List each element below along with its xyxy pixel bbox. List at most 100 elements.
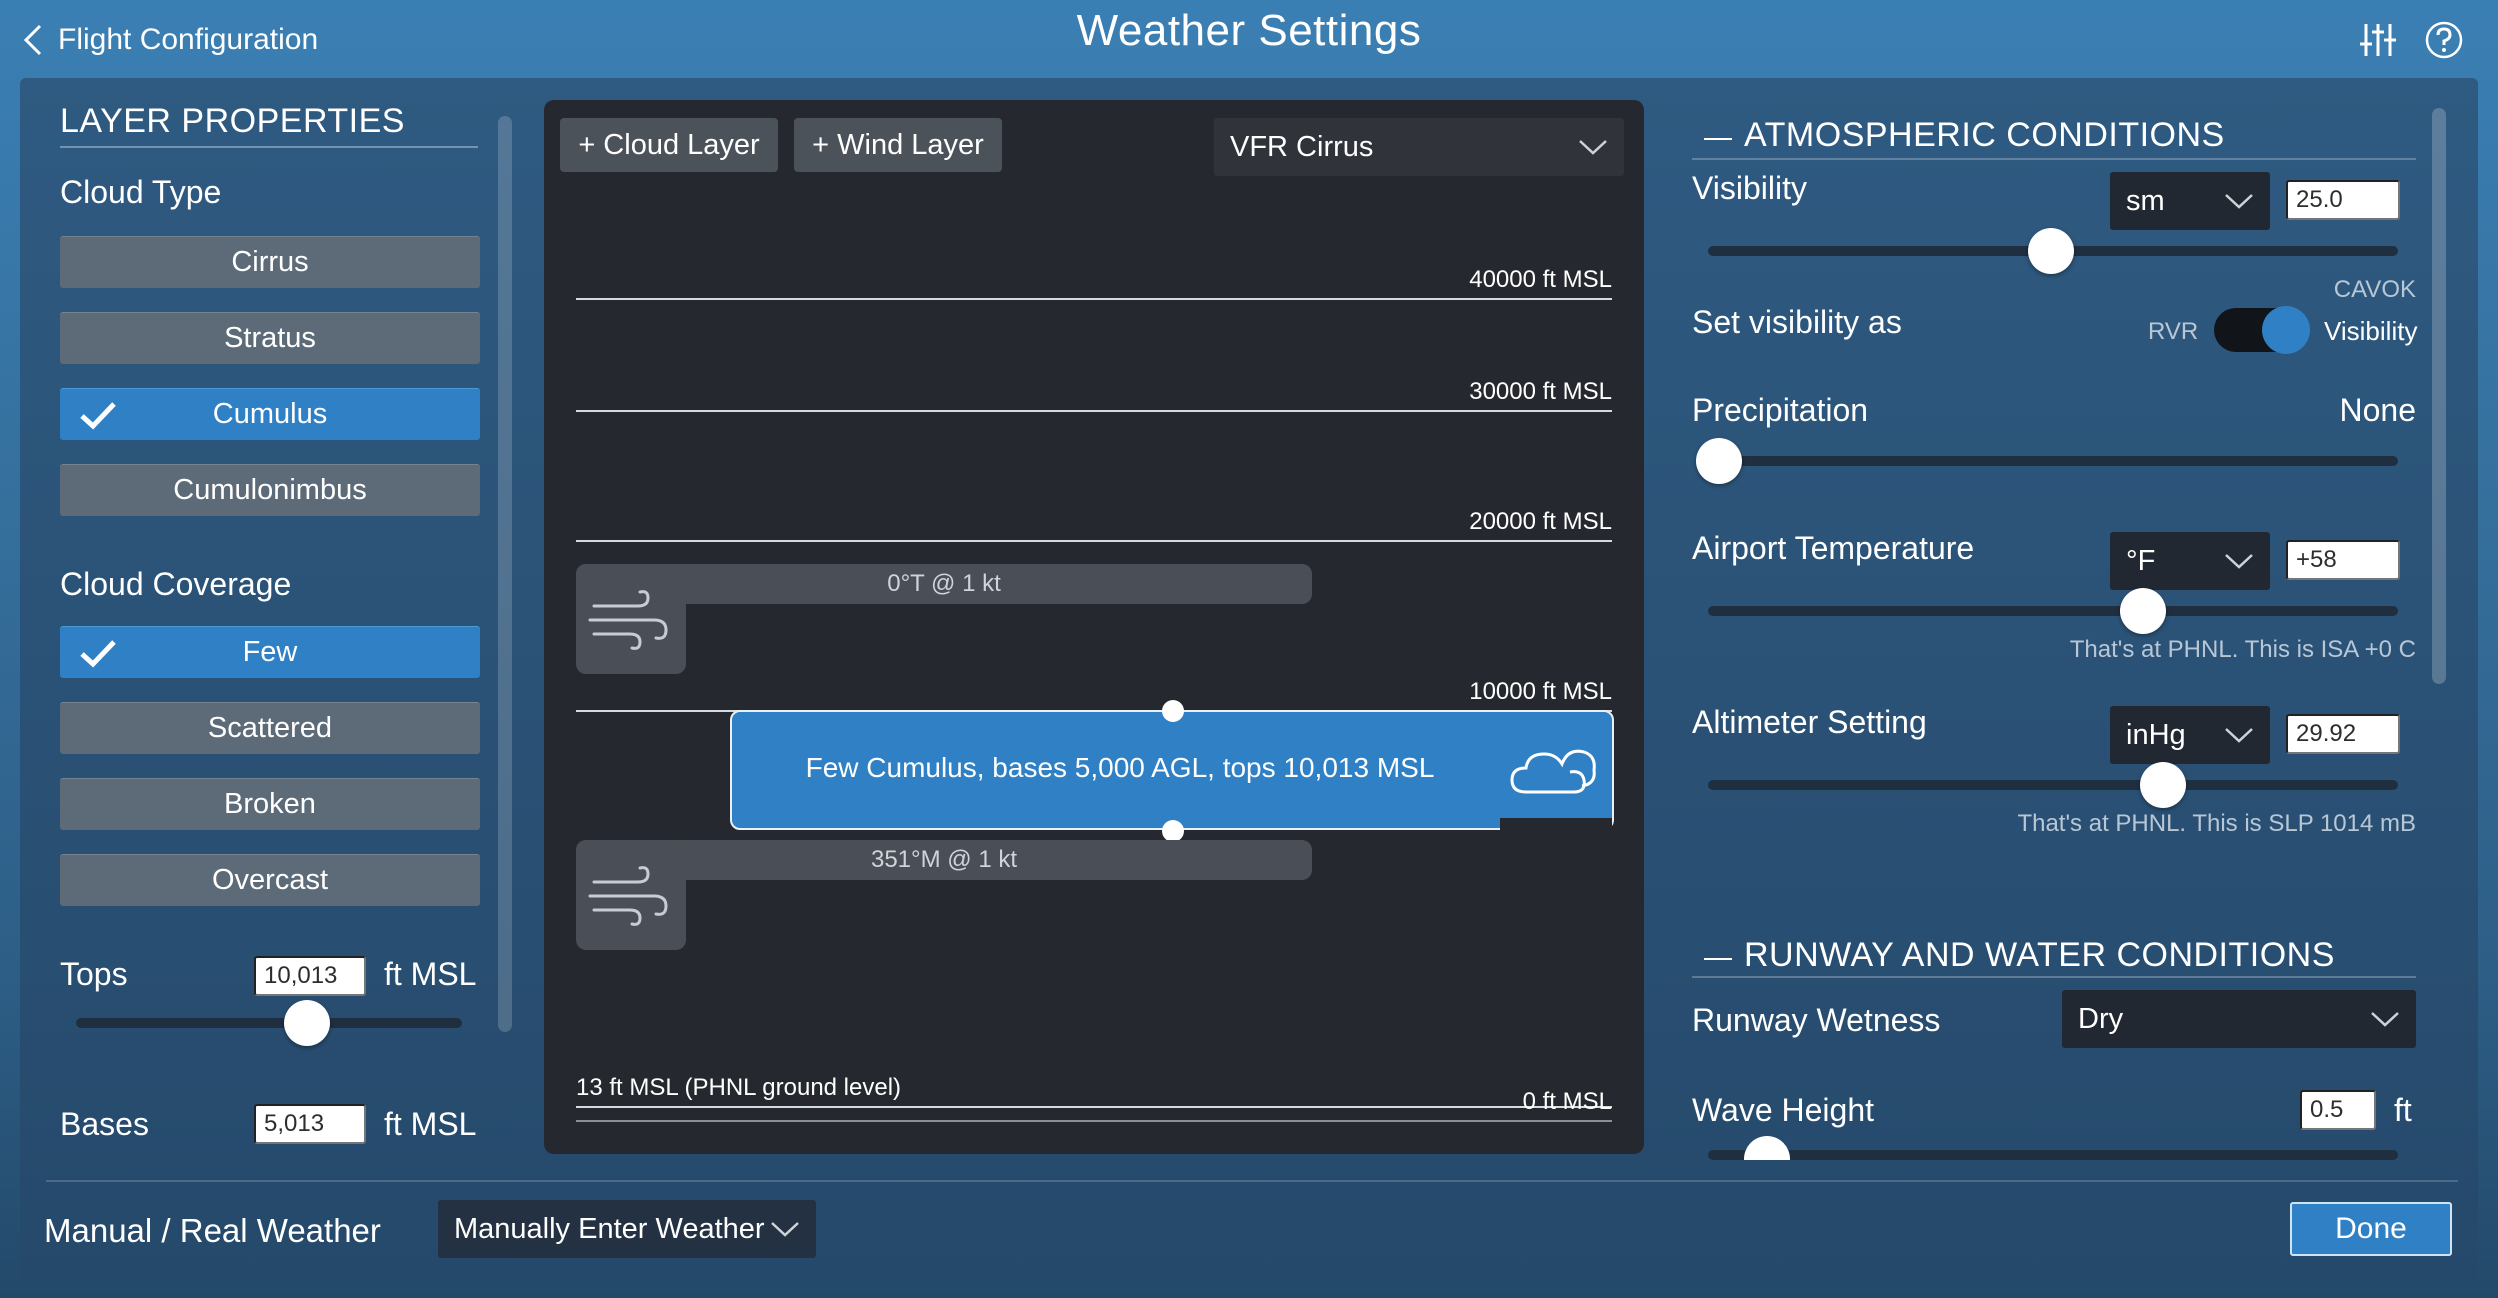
altitude-line-40000 — [576, 298, 1612, 300]
temperature-unit: °F — [2126, 544, 2156, 577]
runway-wetness-dropdown[interactable]: Dry — [2062, 990, 2416, 1048]
bases-label: Bases — [60, 1106, 149, 1142]
add-wind-layer-button[interactable]: + Wind Layer — [794, 118, 1002, 172]
cavok-label: CAVOK — [2333, 276, 2416, 303]
right-scrollbar[interactable] — [2432, 108, 2446, 684]
option-label: Cumulonimbus — [173, 474, 367, 506]
weather-mode-value: Manually Enter Weather — [454, 1212, 765, 1245]
checkmark-icon — [80, 402, 116, 430]
checkmark-icon — [80, 640, 116, 668]
add-cloud-layer-button[interactable]: + Cloud Layer — [560, 118, 778, 172]
cloud-type-label: Cloud Type — [60, 174, 222, 210]
page-title: Weather Settings — [1076, 6, 1422, 55]
visibility-input[interactable] — [2286, 180, 2400, 220]
altitude-label-40000: 40000 ft MSL — [1469, 266, 1612, 293]
wave-height-input[interactable] — [2300, 1090, 2376, 1130]
left-scrollbar[interactable] — [498, 116, 512, 1032]
cloud-tops-handle[interactable] — [1162, 700, 1184, 722]
toggle-knob[interactable] — [2262, 306, 2310, 354]
atmospheric-title: ATMOSPHERIC CONDITIONS — [1744, 116, 2225, 154]
altimeter-slider-track[interactable] — [1708, 780, 2398, 790]
option-label: Broken — [224, 788, 316, 820]
altitude-label-30000: 30000 ft MSL — [1469, 378, 1612, 405]
visibility-label: Visibility — [1692, 170, 1807, 206]
altimeter-note: That's at PHNL. This is SLP 1014 mB — [2017, 810, 2416, 837]
coverage-overcast[interactable]: Overcast — [60, 854, 480, 906]
precipitation-value: None — [2339, 392, 2417, 428]
cloud-bases-handle[interactable] — [1162, 820, 1184, 842]
precipitation-slider-thumb[interactable] — [1696, 438, 1742, 484]
visibility-slider-thumb[interactable] — [2028, 228, 2074, 274]
altimeter-unit-dropdown[interactable]: inHg — [2110, 706, 2270, 764]
header-bar: Flight Configuration Weather Settings — [0, 0, 2498, 80]
weather-mode-label: Manual / Real Weather — [44, 1212, 381, 1249]
section-divider — [60, 146, 478, 148]
wind-icon — [588, 866, 668, 926]
weather-mode-dropdown[interactable]: Manually Enter Weather — [438, 1200, 816, 1258]
temperature-note: That's at PHNL. This is ISA +0 C — [2069, 636, 2416, 663]
visibility-mode-label: Visibility — [2324, 316, 2418, 346]
wave-height-slider-track[interactable] — [1708, 1150, 2398, 1160]
equalizer-icon[interactable] — [2358, 20, 2398, 60]
visibility-unit-dropdown[interactable]: sm — [2110, 172, 2270, 230]
wind-layer-upper-icon-box[interactable] — [576, 564, 686, 674]
visibility-unit: sm — [2126, 184, 2165, 217]
precipitation-slider-track[interactable] — [1708, 456, 2398, 466]
tops-slider-thumb[interactable] — [284, 1000, 330, 1046]
cloud-type-stratus[interactable]: Stratus — [60, 312, 480, 364]
altimeter-input[interactable] — [2286, 714, 2400, 754]
altitude-label-10000: 10000 ft MSL — [1469, 678, 1612, 705]
cloud-type-cirrus[interactable]: Cirrus — [60, 236, 480, 288]
option-label: Overcast — [211, 864, 329, 896]
temperature-unit-dropdown[interactable]: °F — [2110, 532, 2270, 590]
cloud-coverage-label: Cloud Coverage — [60, 566, 292, 602]
tops-label: Tops — [60, 956, 128, 992]
wind-upper-label: 0°T @ 1 kt — [887, 570, 1001, 597]
preset-dropdown[interactable]: VFR Cirrus — [1214, 118, 1624, 176]
altimeter-slider-thumb[interactable] — [2140, 762, 2186, 808]
altimeter-unit: inHg — [2126, 718, 2186, 751]
option-label: Cumulus — [212, 398, 328, 430]
runway-wetness-label: Runway Wetness — [1692, 1002, 1941, 1038]
section-divider — [1692, 158, 2416, 160]
chevron-down-icon — [1579, 140, 1607, 155]
ground-line — [576, 1120, 1612, 1122]
wave-height-label: Wave Height — [1692, 1092, 1874, 1128]
rvr-label: RVR — [2148, 318, 2199, 345]
wind-icon — [588, 590, 668, 650]
bottom-divider — [46, 1180, 2458, 1182]
temperature-label: Airport Temperature — [1692, 530, 1975, 566]
option-label: Cirrus — [231, 246, 309, 278]
altitude-label-0: 0 ft MSL — [1522, 1088, 1612, 1115]
option-label: Stratus — [224, 322, 316, 354]
section-dash — [1704, 138, 1732, 140]
layer-properties-title: LAYER PROPERTIES — [60, 102, 405, 140]
cloud-type-cumulus[interactable]: Cumulus — [60, 388, 480, 440]
runway-wetness-value: Dry — [2078, 1002, 2124, 1035]
temperature-slider-thumb[interactable] — [2120, 588, 2166, 634]
tops-unit: ft MSL — [384, 956, 477, 992]
coverage-few[interactable]: Few — [60, 626, 480, 678]
coverage-scattered[interactable]: Scattered — [60, 702, 480, 754]
chevron-down-icon — [2225, 194, 2253, 209]
runway-title: RUNWAY AND WATER CONDITIONS — [1744, 936, 2335, 974]
temperature-slider-track[interactable] — [1708, 606, 2398, 616]
coverage-broken[interactable]: Broken — [60, 778, 480, 830]
done-button[interactable]: Done — [2290, 1202, 2452, 1256]
chevron-down-icon — [2371, 1012, 2399, 1027]
wind-layer-upper[interactable]: 0°T @ 1 kt — [576, 564, 1312, 604]
section-divider — [1692, 976, 2416, 978]
tops-slider-track[interactable] — [76, 1018, 462, 1028]
wind-lower-label: 351°M @ 1 kt — [870, 846, 1017, 873]
tops-input[interactable] — [254, 956, 366, 996]
wind-layer-lower[interactable]: 351°M @ 1 kt — [576, 840, 1312, 880]
chevron-down-icon — [771, 1222, 799, 1237]
cloud-layer-label: Few Cumulus, bases 5,000 AGL, tops 10,01… — [805, 752, 1435, 783]
temperature-input[interactable] — [2286, 540, 2400, 580]
cloud-type-cumulonimbus[interactable]: Cumulonimbus — [60, 464, 480, 516]
bases-input[interactable] — [254, 1104, 366, 1144]
altitude-label-20000: 20000 ft MSL — [1469, 508, 1612, 535]
help-icon[interactable] — [2424, 20, 2464, 60]
ground-level-label: 13 ft MSL (PHNL ground level) — [576, 1074, 902, 1101]
wind-layer-lower-icon-box[interactable] — [576, 840, 686, 950]
